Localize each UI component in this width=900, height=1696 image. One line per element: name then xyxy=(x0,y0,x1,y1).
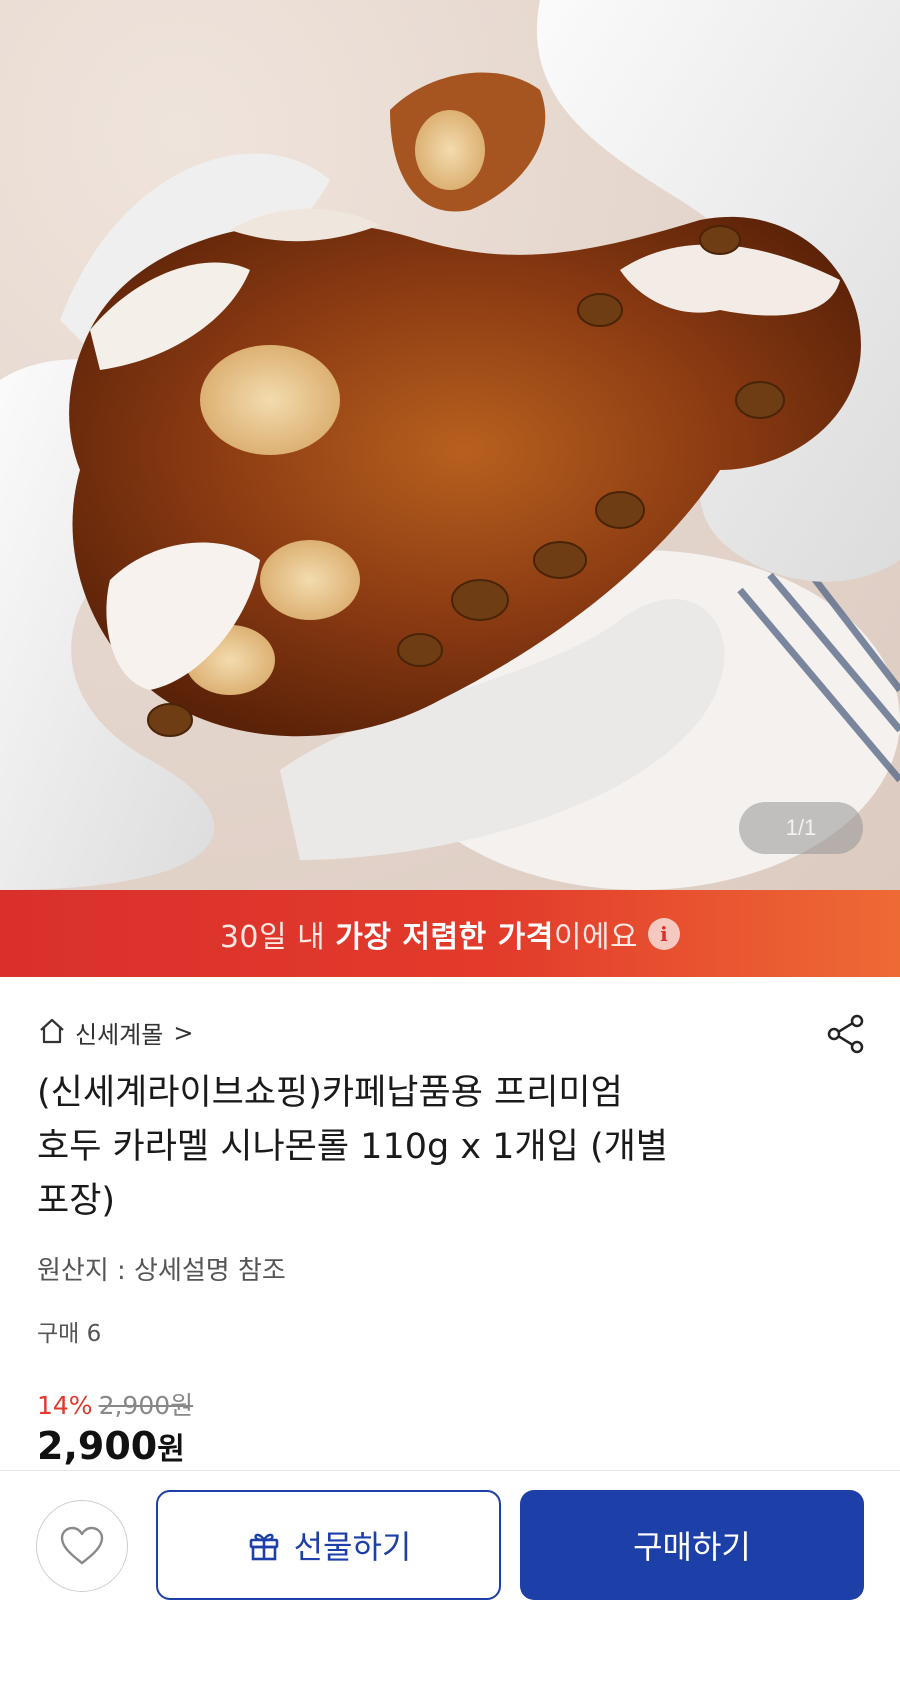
final-price: 2,900원 xyxy=(37,1424,185,1468)
discount-rate: 14% xyxy=(37,1391,93,1420)
buy-button-label: 구매하기 xyxy=(633,1529,751,1565)
product-title-line: (신세계라이브쇼핑)카페납품용 프리미엄 xyxy=(37,1073,623,1113)
heart-icon xyxy=(60,1526,104,1565)
gift-button[interactable]: 선물하기 xyxy=(156,1490,501,1600)
final-price-value: 2,900 xyxy=(37,1424,158,1468)
banner-suffix: 이에요 xyxy=(553,919,639,955)
discount-row: 14% 2,900원 xyxy=(37,1386,193,1422)
gift-icon xyxy=(249,1533,278,1561)
banner-highlight: 가장 저렴한 가격 xyxy=(335,919,554,955)
lowest-price-banner[interactable]: 30일 내 가장 저렴한 가격 이에요 i xyxy=(0,890,900,977)
share-icon xyxy=(827,1014,864,1054)
home-icon xyxy=(37,1016,67,1050)
chevron-right-icon: > xyxy=(173,1018,194,1047)
store-name: 신세계몰 xyxy=(75,1021,164,1049)
product-image[interactable]: 1/1 xyxy=(0,0,900,890)
buy-button[interactable]: 구매하기 xyxy=(520,1490,864,1600)
origin-info: 원산지 : 상세설명 참조 xyxy=(37,1256,286,1286)
product-title-line: 포장) xyxy=(37,1181,116,1221)
product-photo-illustration xyxy=(0,0,900,890)
product-title: (신세계라이브쇼핑)카페납품용 프리미엄 호두 카라멜 시나몬롤 110g x … xyxy=(37,1066,817,1228)
final-price-unit: 원 xyxy=(157,1432,185,1467)
image-counter: 1/1 xyxy=(739,802,863,854)
purchase-count: 구매 6 xyxy=(37,1321,102,1347)
product-title-line: 호두 카라멜 시나몬롤 110g x 1개입 (개별 xyxy=(37,1127,669,1167)
wishlist-button[interactable] xyxy=(36,1500,128,1592)
gift-button-label: 선물하기 xyxy=(293,1529,412,1565)
original-price: 2,900원 xyxy=(98,1391,194,1420)
info-icon[interactable]: i xyxy=(648,917,681,950)
store-link[interactable]: 신세계몰 > xyxy=(37,1015,193,1050)
share-button[interactable] xyxy=(822,1010,870,1058)
banner-prefix: 30일 내 xyxy=(219,919,336,955)
